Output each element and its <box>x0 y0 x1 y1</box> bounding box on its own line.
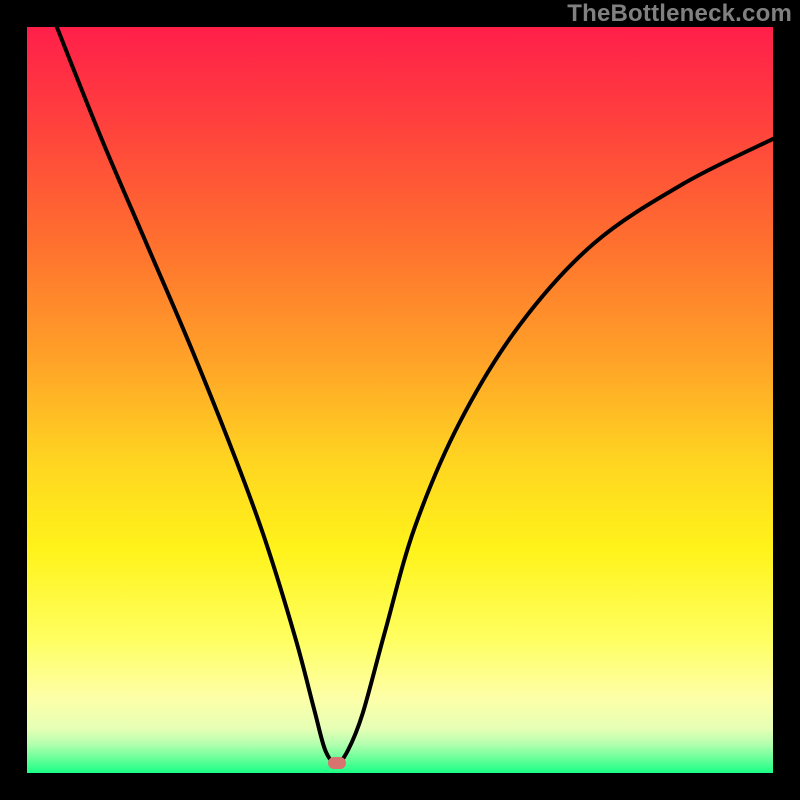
figure-frame: TheBottleneck.com <box>0 0 800 800</box>
watermark-text: TheBottleneck.com <box>567 0 792 28</box>
bottleneck-curve <box>27 27 773 773</box>
plot-area <box>27 27 773 773</box>
optimum-marker <box>328 757 346 769</box>
